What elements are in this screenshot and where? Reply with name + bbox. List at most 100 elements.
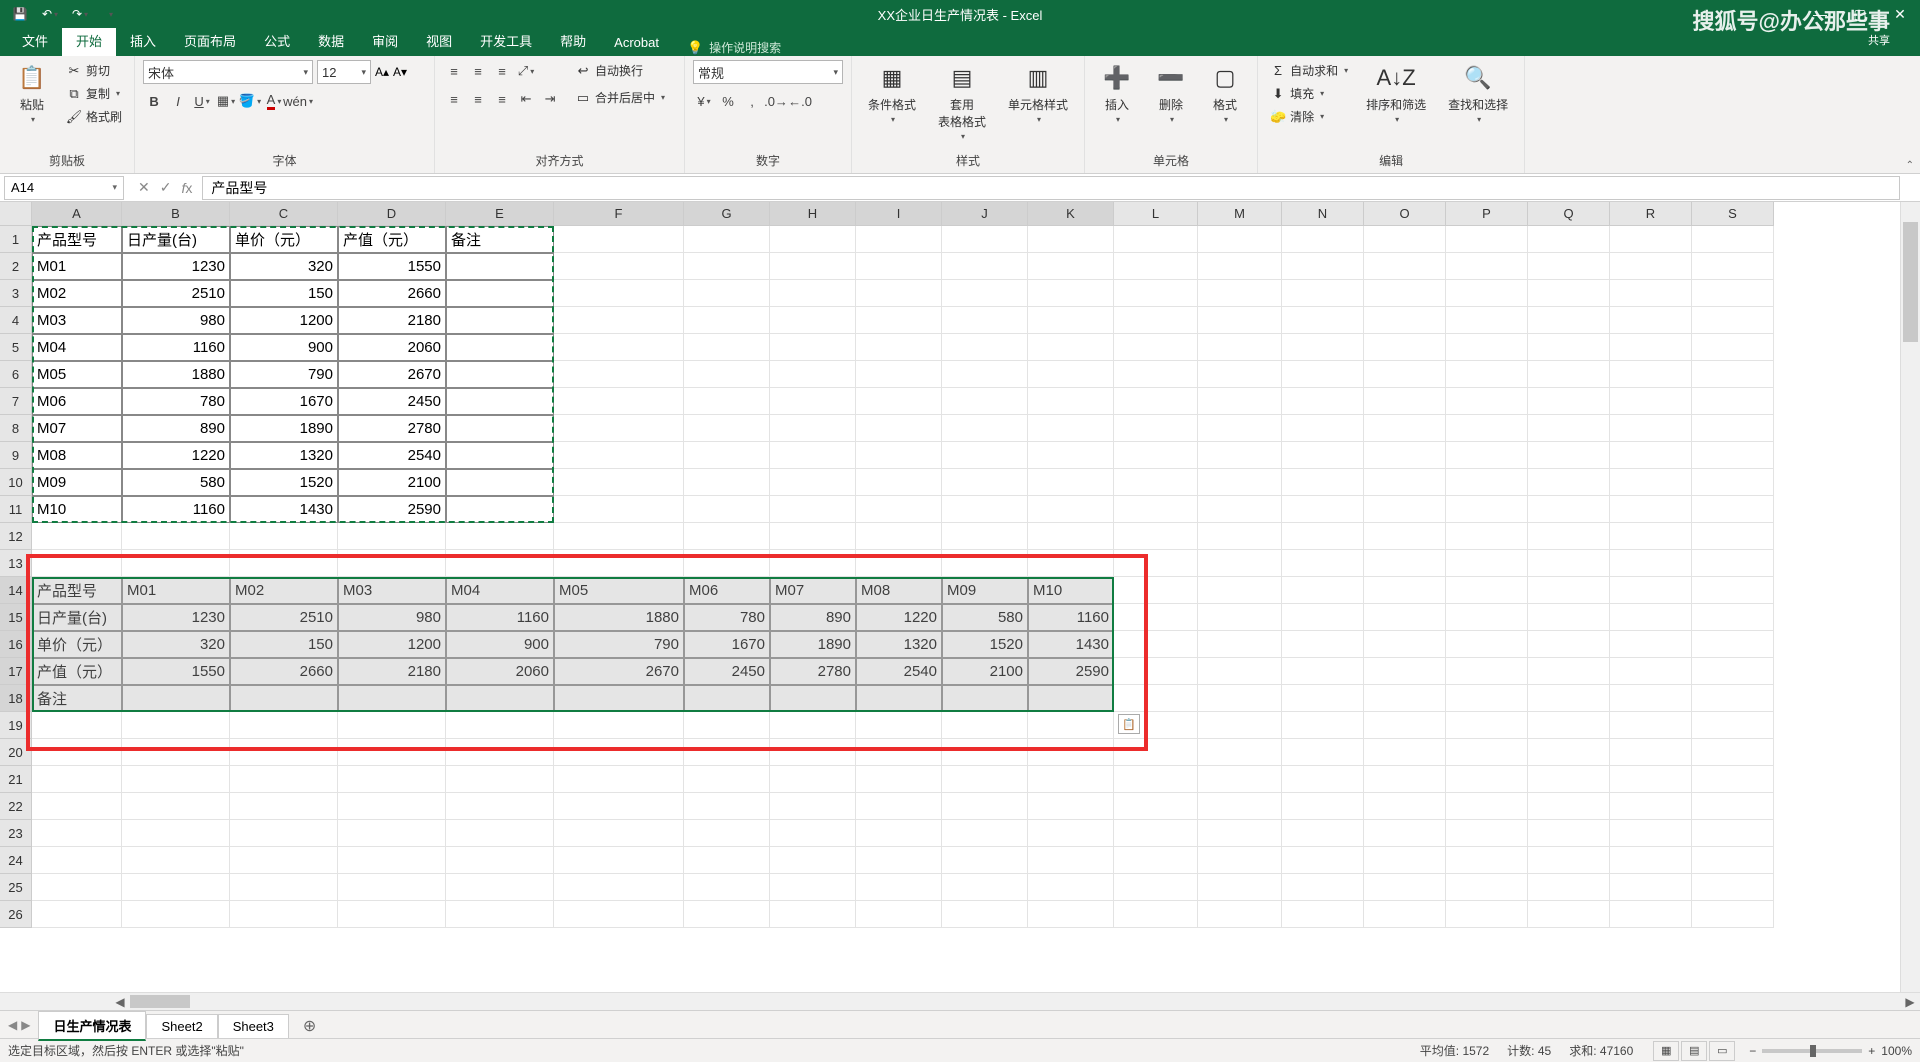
cell[interactable]: [942, 739, 1028, 766]
cell[interactable]: [1198, 577, 1282, 604]
cell[interactable]: [1364, 604, 1446, 631]
cell[interactable]: [1198, 793, 1282, 820]
cell[interactable]: 1160: [446, 604, 554, 631]
cell[interactable]: [1528, 442, 1610, 469]
cell[interactable]: [1692, 280, 1774, 307]
cell[interactable]: [770, 550, 856, 577]
cell[interactable]: 2660: [230, 658, 338, 685]
row-header[interactable]: 14: [0, 577, 32, 604]
cell[interactable]: 产值（元）: [32, 658, 122, 685]
cell[interactable]: [122, 523, 230, 550]
percent-icon[interactable]: %: [717, 90, 739, 112]
maximize-button[interactable]: ▢: [1840, 0, 1880, 28]
cell[interactable]: [1528, 361, 1610, 388]
cell[interactable]: 2670: [554, 658, 684, 685]
sheet-tab-3[interactable]: Sheet3: [218, 1014, 289, 1038]
cell[interactable]: [122, 874, 230, 901]
cell[interactable]: [1364, 847, 1446, 874]
cell[interactable]: [1364, 820, 1446, 847]
cell[interactable]: [1528, 307, 1610, 334]
cell[interactable]: [1282, 739, 1364, 766]
cell[interactable]: [446, 415, 554, 442]
tab-acrobat[interactable]: Acrobat: [600, 29, 673, 56]
cell[interactable]: [1028, 550, 1114, 577]
cell[interactable]: [1364, 577, 1446, 604]
cell[interactable]: [446, 334, 554, 361]
cell[interactable]: 580: [942, 604, 1028, 631]
align-top-icon[interactable]: ≡: [443, 60, 465, 82]
cell[interactable]: [1028, 334, 1114, 361]
cell[interactable]: [1028, 280, 1114, 307]
cell[interactable]: [770, 280, 856, 307]
cell[interactable]: [446, 766, 554, 793]
cell[interactable]: [1528, 415, 1610, 442]
wrap-text-button[interactable]: ↩自动换行: [571, 60, 669, 81]
cell[interactable]: 780: [684, 604, 770, 631]
format-cells-button[interactable]: ▢格式▾: [1201, 60, 1249, 126]
cell[interactable]: [942, 550, 1028, 577]
cell[interactable]: [32, 712, 122, 739]
cell[interactable]: [1610, 334, 1692, 361]
cell[interactable]: 2100: [942, 658, 1028, 685]
cell[interactable]: [446, 712, 554, 739]
tab-data[interactable]: 数据: [304, 25, 358, 56]
cell[interactable]: [684, 901, 770, 928]
cell[interactable]: M09: [942, 577, 1028, 604]
cell[interactable]: [1028, 253, 1114, 280]
cell[interactable]: [122, 793, 230, 820]
cell[interactable]: [1610, 415, 1692, 442]
tab-file[interactable]: 文件: [8, 25, 62, 56]
cell[interactable]: [32, 793, 122, 820]
cell[interactable]: [1610, 469, 1692, 496]
cell[interactable]: [1114, 550, 1198, 577]
cell[interactable]: [1528, 820, 1610, 847]
cell[interactable]: [1692, 658, 1774, 685]
cell[interactable]: [1364, 361, 1446, 388]
col-header-R[interactable]: R: [1610, 202, 1692, 226]
cell[interactable]: [1610, 874, 1692, 901]
cell[interactable]: 2510: [122, 280, 230, 307]
cell[interactable]: [1198, 874, 1282, 901]
cell[interactable]: 1880: [554, 604, 684, 631]
cell[interactable]: [1446, 388, 1528, 415]
cell[interactable]: M03: [32, 307, 122, 334]
cell[interactable]: [770, 820, 856, 847]
row-header[interactable]: 6: [0, 361, 32, 388]
cell[interactable]: [554, 712, 684, 739]
cell[interactable]: 1160: [122, 334, 230, 361]
cell[interactable]: [1528, 901, 1610, 928]
cell[interactable]: [1198, 361, 1282, 388]
column-headers[interactable]: ABCDEFGHIJKLMNOPQRS: [0, 202, 1920, 226]
clear-button[interactable]: 🧽清除▾: [1266, 106, 1352, 127]
cell[interactable]: [1528, 334, 1610, 361]
cell[interactable]: 320: [230, 253, 338, 280]
cell[interactable]: [856, 361, 942, 388]
cell[interactable]: [1610, 604, 1692, 631]
row-header[interactable]: 22: [0, 793, 32, 820]
cell[interactable]: [1446, 658, 1528, 685]
cell[interactable]: [942, 496, 1028, 523]
cell[interactable]: [1114, 361, 1198, 388]
cell[interactable]: [684, 280, 770, 307]
minimize-button[interactable]: —: [1800, 0, 1840, 28]
cell[interactable]: [1028, 523, 1114, 550]
cell[interactable]: [1446, 226, 1528, 253]
cell[interactable]: [770, 469, 856, 496]
cell[interactable]: [684, 253, 770, 280]
cell[interactable]: 2540: [338, 442, 446, 469]
cell[interactable]: 1520: [942, 631, 1028, 658]
cell[interactable]: [1446, 280, 1528, 307]
cell[interactable]: [446, 280, 554, 307]
cell[interactable]: [856, 469, 942, 496]
cell[interactable]: [1028, 901, 1114, 928]
col-header-O[interactable]: O: [1364, 202, 1446, 226]
cell[interactable]: [122, 685, 230, 712]
cell[interactable]: [770, 226, 856, 253]
cell[interactable]: [1114, 496, 1198, 523]
cell[interactable]: [1610, 442, 1692, 469]
cell[interactable]: 2660: [338, 280, 446, 307]
cell[interactable]: [1692, 253, 1774, 280]
insert-cells-button[interactable]: ➕插入▾: [1093, 60, 1141, 126]
cell[interactable]: [1198, 847, 1282, 874]
cell[interactable]: [942, 712, 1028, 739]
